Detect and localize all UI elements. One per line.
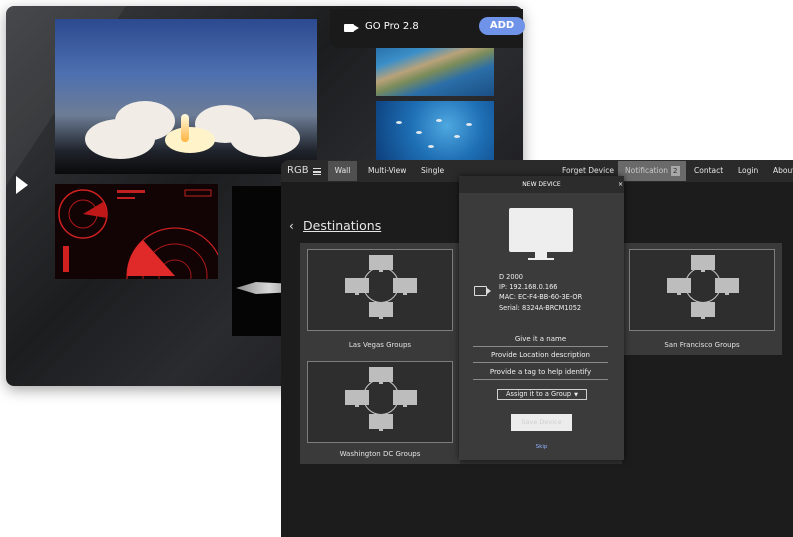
play-icon[interactable] (16, 176, 28, 194)
fish (416, 131, 422, 134)
shuttle-launch-thumbnail[interactable] (55, 19, 317, 174)
modal-title: NEW DEVICE (522, 181, 561, 188)
fish (428, 145, 434, 148)
notification-count-badge: 2 (671, 166, 680, 176)
network-diagram-icon (629, 249, 775, 331)
device-name: D 2000 (499, 273, 523, 281)
monitor-node (369, 302, 393, 319)
rocket (181, 114, 189, 142)
smoke-cloud (230, 119, 300, 157)
monitor-node (715, 278, 739, 295)
monitor-node (369, 414, 393, 431)
network-diagram-icon (307, 249, 453, 331)
chevron-down-icon: ▼ (574, 392, 578, 398)
camera-icon (474, 286, 491, 296)
fish (396, 121, 402, 124)
device-add-bar: GO Pro 2.8 ADD (330, 9, 525, 48)
monitor-node (393, 390, 417, 407)
group-select[interactable]: Assign it to a Group ▼ (497, 389, 587, 400)
new-device-modal: NEW DEVICE × D 2000 IP: 192.168.0.166 MA… (459, 176, 624, 460)
network-diagram-icon (307, 361, 453, 443)
group-card-washington-dc[interactable]: Washington DC Groups (300, 355, 460, 464)
group-select-label: Assign it to a Group (506, 390, 572, 398)
name-field[interactable]: Give it a name (473, 331, 608, 347)
notification-button[interactable]: Notification 2 (618, 161, 686, 181)
fish-school-thumbnail[interactable] (376, 101, 494, 163)
skip-link[interactable]: Skip (459, 444, 624, 450)
group-card-las-vegas[interactable]: Las Vegas Groups (300, 243, 460, 355)
notification-label: Notification (625, 166, 669, 175)
smoke-cloud (165, 127, 215, 153)
camera-icon (344, 24, 354, 32)
device-mac: MAC: EC-F4-BB-60-3E-OR (499, 293, 583, 301)
monitor-icon (509, 208, 573, 260)
radar-thumbnail[interactable] (55, 184, 218, 279)
hamburger-icon[interactable] (313, 168, 321, 175)
tab-single[interactable]: Single (421, 160, 444, 182)
contact-link[interactable]: Contact (694, 160, 723, 182)
save-device-button[interactable]: Save Device (511, 414, 572, 431)
radar-graphic (58, 189, 218, 279)
group-card-label: Washington DC Groups (339, 450, 421, 458)
fish (454, 135, 460, 138)
tab-multi-view[interactable]: Multi-View (368, 160, 406, 182)
fish (436, 119, 442, 122)
group-card-label: San Francisco Groups (664, 341, 740, 349)
fish (466, 123, 472, 126)
page-title[interactable]: ‹ Destinations (289, 218, 382, 233)
page-title-text: Destinations (303, 218, 382, 233)
device-serial: Serial: 8324A-BRCM1052 (499, 304, 582, 312)
monitor-node (667, 278, 691, 295)
monitor-node (345, 278, 369, 295)
monitor-node (691, 302, 715, 319)
close-icon[interactable]: × (618, 176, 623, 193)
location-field[interactable]: Provide Location description (473, 347, 608, 363)
login-link[interactable]: Login (738, 160, 758, 182)
add-button[interactable]: ADD (479, 17, 525, 35)
monitor-node (345, 390, 369, 407)
about-link[interactable]: About (773, 160, 793, 182)
monitor-node (369, 367, 393, 384)
group-card-san-francisco[interactable]: San Francisco Groups (622, 243, 782, 355)
tag-field[interactable]: Provide a tag to help identify (473, 364, 608, 380)
tab-wall[interactable]: Wall (328, 161, 357, 181)
chevron-left-icon[interactable]: ‹ (289, 219, 294, 233)
device-ip: IP: 192.168.0.166 (499, 283, 558, 291)
device-name: GO Pro 2.8 (365, 21, 419, 32)
group-card-label: Las Vegas Groups (348, 341, 412, 349)
brand-logo[interactable]: RGB (287, 160, 309, 182)
monitor-node (369, 255, 393, 272)
monitor-node (393, 278, 417, 295)
modal-header: NEW DEVICE × (459, 176, 624, 193)
monitor-node (691, 255, 715, 272)
